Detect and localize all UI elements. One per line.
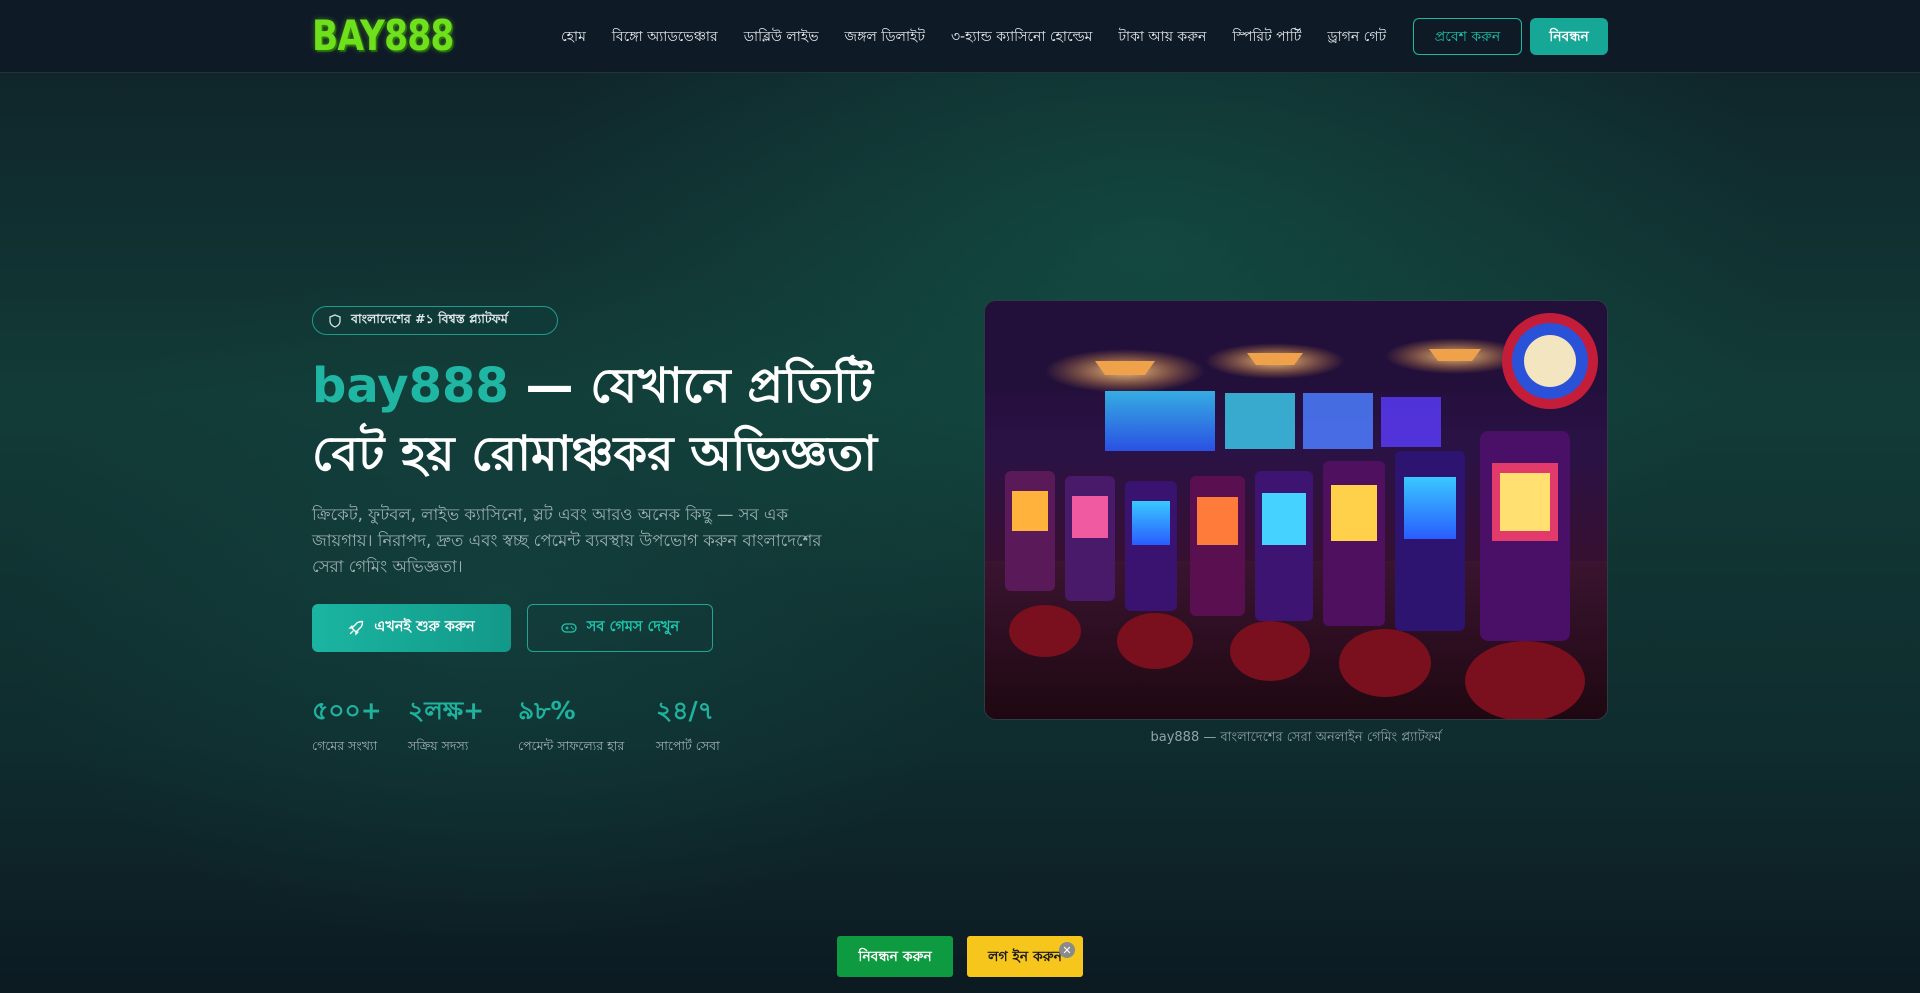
nav-item-earn-money[interactable]: টাকা আয় করুন: [1118, 25, 1206, 49]
login-button[interactable]: প্রবেশ করুন: [1413, 18, 1522, 55]
hero-title-line1: — যেখানে প্রতিটি: [508, 358, 873, 414]
stat-label: পেমেন্ট সাফল্যের হার: [518, 738, 625, 753]
stat-members: ২লক্ষ+ সক্রিয় সদস্য: [408, 694, 484, 758]
nav-item-spirit-party[interactable]: স্পিরিট পার্টি: [1232, 25, 1301, 49]
stat-label: সাপোর্ট সেবা: [656, 738, 720, 753]
trust-badge: বাংলাদেশের #১ বিশ্বস্ত প্ল্যাটফর্ম: [312, 306, 558, 335]
nav-item-bingo-adventure[interactable]: বিঙ্গো অ্যাডভেঞ্চার: [612, 25, 718, 49]
stat-value: ৯৮%: [518, 696, 576, 725]
bottom-register-button[interactable]: নিবন্ধন করুন: [837, 936, 953, 977]
main-nav: হোম বিঙ্গো অ্যাডভেঞ্চার ডাব্লিউ লাইভ জঙ্…: [561, 0, 1412, 73]
nav-item-jungle-delight[interactable]: জঙ্গল ডিলাইট: [845, 25, 925, 49]
page-background: [0, 0, 1920, 993]
stat-support: ২৪/৭ সাপোর্ট সেবা: [656, 694, 720, 758]
trust-badge-label: বাংলাদেশের #১ বিশ্বস্ত প্ল্যাটফর্ম: [351, 310, 508, 326]
view-all-games-button[interactable]: সব গেমস দেখুন: [527, 604, 713, 652]
casino-slot-machines-illustration: [985, 301, 1607, 719]
hero-title-brand: bay888: [312, 358, 509, 414]
stat-label: সক্রিয় সদস্য: [408, 738, 469, 753]
start-now-label: এখনই শুরু করুন: [374, 619, 475, 635]
view-all-games-label: সব গেমস দেখুন: [586, 619, 680, 635]
stat-value: ২৪/৭: [656, 696, 714, 725]
nav-item-dragon-gate[interactable]: ড্রাগন গেট: [1327, 25, 1386, 49]
hero-title-line2: বেট হয় রোমাঞ্চকর অভিজ্ঞতা: [312, 426, 878, 482]
start-now-button[interactable]: এখনই শুরু করুন: [312, 604, 511, 652]
gamepad-icon: [561, 623, 577, 633]
stat-label: গেমের সংখ্যা: [312, 738, 378, 753]
shield-icon: [329, 313, 341, 328]
register-button[interactable]: নিবন্ধন: [1530, 18, 1608, 55]
nav-item-home[interactable]: হোম: [561, 25, 586, 49]
stat-games: ৫০০+ গেমের সংখ্যা: [312, 694, 382, 758]
site-header: BAY888 হোম বিঙ্গো অ্যাডভেঞ্চার ডাব্লিউ ল…: [0, 0, 1920, 73]
casino-hero-image: [984, 300, 1608, 720]
close-icon[interactable]: ✕: [1059, 942, 1075, 958]
nav-item-w-live[interactable]: ডাব্লিউ লাইভ: [744, 25, 819, 49]
hero-description: ক্রিকেট, ফুটবল, লাইভ ক্যাসিনো, স্লট এবং …: [312, 505, 822, 576]
rocket-icon: [348, 620, 364, 636]
stat-value: ২লক্ষ+: [408, 696, 485, 725]
site-logo[interactable]: BAY888: [312, 12, 454, 60]
stat-payment-success: ৯৮% পেমেন্ট সাফল্যের হার: [518, 694, 624, 758]
stat-value: ৫০০+: [312, 696, 382, 725]
nav-item-three-hand-holdem[interactable]: ৩-হ্যান্ড ক্যাসিনো হোল্ডেম: [951, 25, 1092, 49]
hero-image-caption: bay888 — বাংলাদেশের সেরা অনলাইন গেমিং প্…: [1150, 730, 1442, 745]
hero-title: bay888 — যেখানে প্রতিটি বেট হয় রোমাঞ্চক…: [312, 352, 932, 488]
